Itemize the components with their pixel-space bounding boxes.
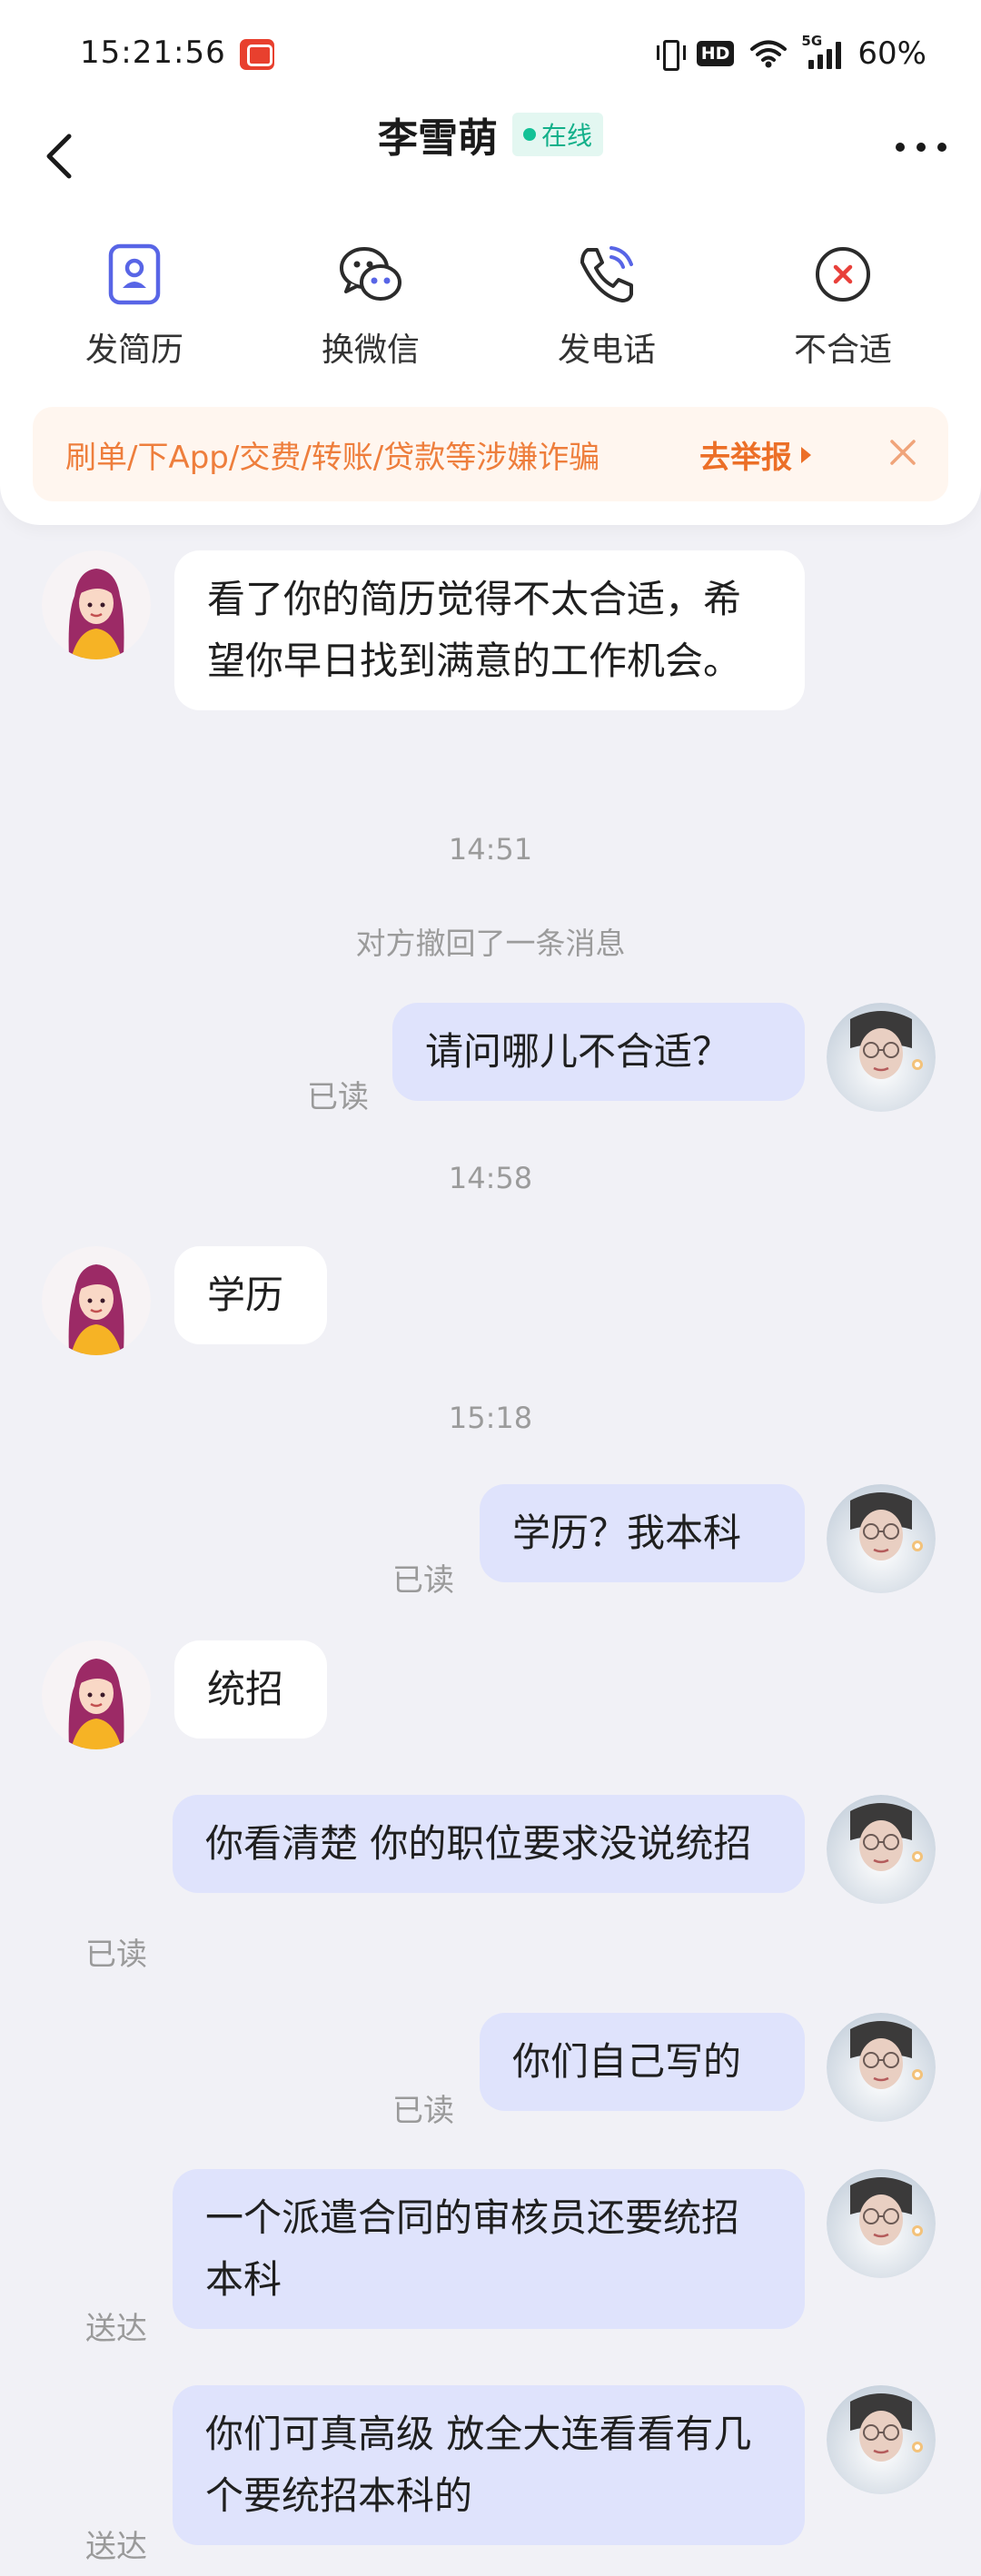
- message-bubble-outgoing[interactable]: 请问哪儿不合适？: [392, 1003, 805, 1101]
- timestamp: 14:51: [448, 832, 533, 867]
- chat-header: 李雪萌 在线: [0, 100, 981, 209]
- report-link[interactable]: 去举报: [699, 432, 811, 477]
- arrow-right-icon: [801, 446, 811, 463]
- title-group: 李雪萌 在线: [0, 105, 981, 163]
- send-phone-button[interactable]: 发电话: [516, 238, 698, 371]
- hd-badge: HD: [696, 41, 735, 66]
- vibrate-icon: [656, 38, 686, 71]
- message-bubble-incoming[interactable]: 看了你的简历觉得不太合适，希望你早日找到满意的工作机会。: [174, 550, 805, 710]
- send-resume-button[interactable]: 发简历: [44, 238, 225, 371]
- my-avatar[interactable]: [827, 1484, 936, 1593]
- status-time: 15:21:56: [80, 35, 226, 71]
- message-bubble-outgoing[interactable]: 你们可真高级 放全大连看看有几个要统招本科的: [173, 2385, 805, 2545]
- exchange-wechat-button[interactable]: 换微信: [280, 238, 461, 371]
- exchange-wechat-label: 换微信: [321, 332, 420, 369]
- timestamp: 15:18: [448, 1401, 533, 1435]
- wechat-icon: [334, 238, 407, 311]
- contact-name: 李雪萌: [377, 115, 498, 162]
- delivered-receipt: 送达: [85, 2311, 147, 2347]
- read-receipt: 已读: [307, 1079, 369, 1115]
- read-receipt: 已读: [85, 1937, 147, 1973]
- fraud-warning-text: 刷单/下App/交费/转账/贷款等涉嫌诈骗: [65, 440, 600, 476]
- my-avatar[interactable]: [827, 2013, 936, 2122]
- message-bubble-incoming[interactable]: 统招: [174, 1640, 327, 1739]
- read-receipt: 已读: [392, 1562, 454, 1599]
- delivered-receipt: 送达: [85, 2529, 147, 2565]
- my-avatar[interactable]: [827, 2385, 936, 2494]
- phone-icon: [570, 238, 643, 311]
- battery-level: 60%: [857, 35, 926, 72]
- message-bubble-outgoing[interactable]: 你们自己写的: [480, 2013, 805, 2111]
- contact-avatar[interactable]: [42, 1246, 151, 1355]
- message-bubble-outgoing[interactable]: 学历？我本科: [480, 1484, 805, 1582]
- message-bubble-outgoing[interactable]: 你看清楚 你的职位要求没说统招: [173, 1795, 805, 1893]
- my-avatar[interactable]: [827, 1003, 936, 1112]
- online-dot-icon: [522, 128, 536, 141]
- status-bar: 15:21:56 HD 5G 60%: [0, 0, 981, 109]
- recalled-message-notice: 对方撤回了一条消息: [355, 926, 626, 961]
- close-icon[interactable]: [887, 436, 919, 469]
- report-link-label: 去举报: [699, 440, 792, 476]
- network-type: 5G: [801, 33, 823, 49]
- signal-icon: 5G: [801, 33, 842, 69]
- my-avatar[interactable]: [827, 1795, 936, 1904]
- not-suitable-button[interactable]: 不合适: [752, 238, 934, 371]
- read-receipt: 已读: [392, 2093, 454, 2129]
- contact-avatar[interactable]: [42, 550, 151, 659]
- app-notification-icon: [240, 39, 274, 70]
- message-bubble-incoming[interactable]: 学历: [174, 1246, 327, 1344]
- status-icons: HD 5G 60%: [656, 33, 926, 73]
- contact-avatar[interactable]: [42, 1640, 151, 1749]
- message-bubble-outgoing[interactable]: 一个派遣合同的审核员还要统招本科: [173, 2169, 805, 2329]
- action-bar: 发简历 换微信 发电话 不合适: [0, 238, 981, 383]
- wifi-icon: [750, 40, 788, 68]
- more-options-icon[interactable]: [896, 140, 946, 154]
- fraud-warning-banner: 刷单/下App/交费/转账/贷款等涉嫌诈骗 去举报: [33, 407, 948, 501]
- send-resume-label: 发简历: [84, 332, 183, 369]
- not-suitable-label: 不合适: [793, 332, 892, 369]
- top-panel: 15:21:56 HD 5G 60% 李雪萌 在线 发简历 换微信 发电话 不合…: [0, 0, 981, 525]
- my-avatar[interactable]: [827, 2169, 936, 2278]
- online-status-label: 在线: [540, 121, 592, 151]
- reject-icon: [807, 238, 879, 311]
- resume-icon: [98, 238, 171, 311]
- send-phone-label: 发电话: [557, 332, 656, 369]
- online-status-badge: 在线: [511, 113, 603, 156]
- timestamp: 14:58: [448, 1161, 533, 1195]
